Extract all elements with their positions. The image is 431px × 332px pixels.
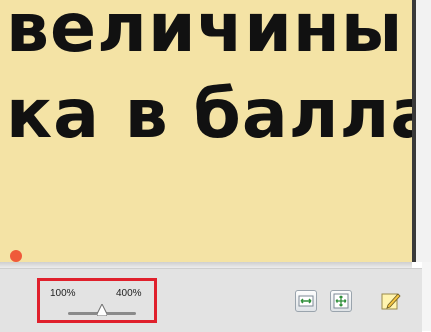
zoom-control-highlight: 100% 400% (37, 278, 157, 323)
fit-page-button[interactable] (330, 290, 352, 312)
laser-pointer-dot (10, 250, 22, 262)
fit-width-icon (298, 295, 314, 307)
slide-side-scrollbar[interactable] (412, 0, 431, 262)
zoom-min-label: 100% (50, 288, 76, 299)
fit-width-button[interactable] (295, 290, 317, 312)
zoom-slider-thumb[interactable] (97, 304, 107, 316)
slide-text-line-2: ка в баллах (6, 75, 412, 154)
slide-area: величины н ка в баллах (0, 0, 412, 262)
zoom-max-label: 400% (116, 288, 142, 299)
bottom-toolbar: 100% 400% (0, 268, 422, 332)
fit-page-icon (333, 293, 349, 309)
notes-icon (381, 293, 401, 310)
window-right-edge (422, 262, 431, 331)
slide-text-line-1: величины н (6, 0, 412, 68)
notes-button[interactable] (380, 290, 402, 312)
